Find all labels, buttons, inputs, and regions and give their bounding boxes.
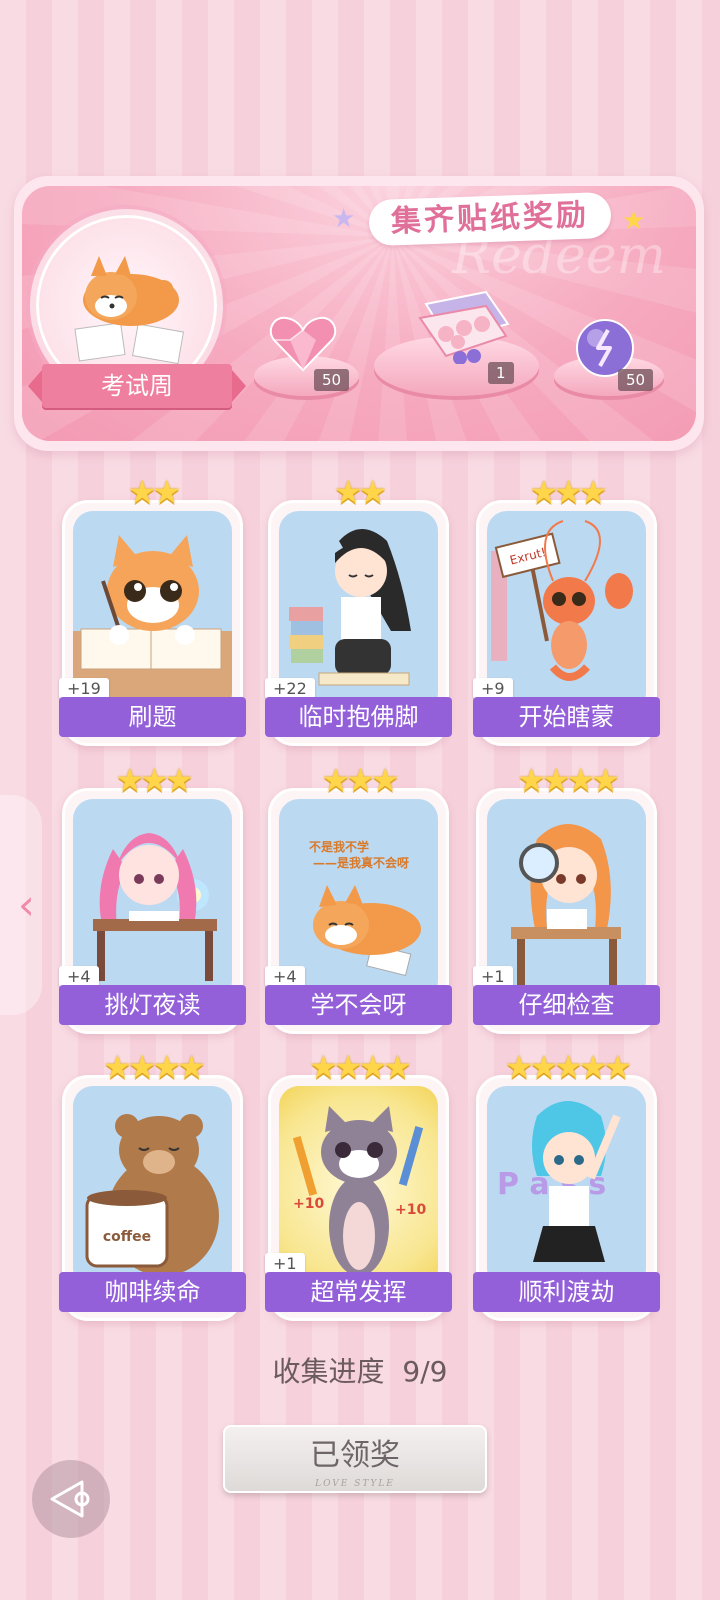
star-decoration-icon: ★ <box>332 204 356 234</box>
sticker-name: 仔细检查 <box>473 985 660 1025</box>
reward-count: 1 <box>488 362 514 384</box>
rarity-stars: ★★★ <box>321 761 399 799</box>
sticker-bonus: +4 <box>59 966 99 987</box>
sticker-bonus: +1 <box>473 966 513 987</box>
sticker-card[interactable]: ★★★★★ P a s s 顺利渡劫 <box>473 1048 660 1321</box>
rarity-stars: ★★★★ <box>517 761 620 799</box>
sticker-card[interactable]: ★★★ 不是我不学 ——是我真不会呀 +4 学不会呀 <box>265 761 452 1034</box>
sticker-card[interactable]: ★★★★ +1 仔细检查 <box>473 761 660 1034</box>
reward-count: 50 <box>314 369 350 391</box>
rarity-stars: ★★★ <box>529 473 607 511</box>
bonus-left: +10 <box>293 1196 324 1212</box>
collection-progress: 收集进度 9/9 <box>0 1350 720 1390</box>
rarity-stars: ★★★ <box>115 761 193 799</box>
sticker-name: 挑灯夜读 <box>59 985 246 1025</box>
progress-label: 收集进度 <box>272 1355 385 1388</box>
sticker-art-girl-pass: P a s s <box>487 1086 646 1288</box>
sticker-bonus: +9 <box>473 678 513 699</box>
cup-text: coffee <box>103 1229 151 1245</box>
sticker-art-bear-coffee: coffee <box>73 1086 232 1288</box>
sticker-bonus: +22 <box>265 678 315 699</box>
reward-count: 50 <box>618 369 654 391</box>
rarity-stars: ★★★★ <box>309 1048 412 1086</box>
sticker-card[interactable]: ★★★ Exrut! +9 开始瞎蒙 <box>473 473 660 746</box>
sticker-bonus: +19 <box>59 678 109 699</box>
claimed-button-label: 已领奖 <box>310 1438 400 1473</box>
rarity-stars: ★★ <box>127 473 181 511</box>
pink-heart-gem-icon[interactable] <box>268 314 338 374</box>
star-decoration-icon: ★ <box>622 206 646 236</box>
sticker-card[interactable]: ★★ +22 临时抱佛脚 <box>265 473 452 746</box>
theme-label-ribbon: 考试周 <box>28 364 246 408</box>
back-arrow-icon <box>50 1480 90 1518</box>
sticker-card[interactable]: ★★★★ coffee 咖啡续命 <box>59 1048 246 1321</box>
progress-value: 9/9 <box>402 1355 448 1388</box>
claimed-button-subtext: LOVE STYLE <box>315 1479 395 1489</box>
sticker-caption-line2: ——是我真不会呀 <box>313 855 409 870</box>
sticker-bonus: +1 <box>265 1253 305 1274</box>
sticker-card[interactable]: ★★ +19 刷题 <box>59 473 246 746</box>
back-button[interactable] <box>32 1460 110 1538</box>
sticker-name: 临时抱佛脚 <box>265 697 452 737</box>
sticker-caption-line1: 不是我不学 <box>309 839 369 854</box>
rarity-stars: ★★ <box>333 473 387 511</box>
banner-title: 集齐贴纸奖励 <box>368 191 612 247</box>
rarity-stars: ★★★★★ <box>504 1048 632 1086</box>
sticker-name: 顺利渡劫 <box>473 1272 660 1312</box>
gift-box-icon[interactable] <box>406 284 516 364</box>
sticker-card[interactable]: ★★★ +4 挑灯夜读 <box>59 761 246 1034</box>
sticker-name: 刷题 <box>59 697 246 737</box>
claimed-reward-button[interactable]: 已领奖 LOVE STYLE <box>223 1425 487 1493</box>
chevron-left-icon[interactable]: ‹ <box>18 880 35 929</box>
sticker-name: 咖啡续命 <box>59 1272 246 1312</box>
bonus-right: +10 <box>395 1202 426 1218</box>
sticker-name: 学不会呀 <box>265 985 452 1025</box>
sticker-card[interactable]: ★★★★ +10 +10 +1 超常发挥 <box>265 1048 452 1321</box>
rarity-stars: ★★★★ <box>103 1048 206 1086</box>
sticker-name: 开始瞎蒙 <box>473 697 660 737</box>
sticker-name: 超常发挥 <box>265 1272 452 1312</box>
sticker-bonus: +4 <box>265 966 305 987</box>
